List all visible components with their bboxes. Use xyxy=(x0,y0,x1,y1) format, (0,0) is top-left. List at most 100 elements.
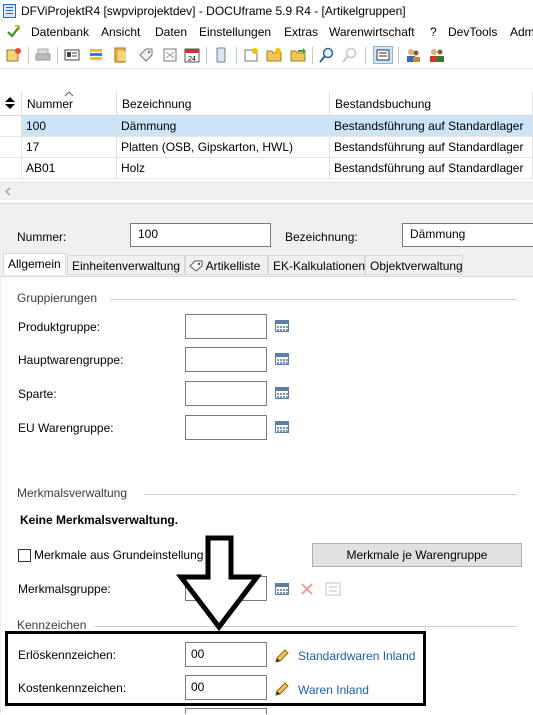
details-icon[interactable] xyxy=(325,582,341,596)
divider xyxy=(144,494,517,495)
tab-strip: Allgemein Einheitenverwaltung Artikellis… xyxy=(3,253,533,277)
window-title: DFViProjektR4 [swpviprojektdev] - DOCUfr… xyxy=(21,4,406,18)
menu-app-icon[interactable] xyxy=(6,25,21,38)
next-field-partial[interactable] xyxy=(185,708,267,714)
cell-bestandsbuchung[interactable]: Bestandsführung auf Standardlager xyxy=(330,158,533,179)
row-selector-header[interactable] xyxy=(0,92,22,116)
tab-objektverwaltung[interactable]: Objektverwaltung xyxy=(365,255,463,275)
tab-ek-kalkulationen[interactable]: EK-Kalkulationen xyxy=(268,255,365,275)
cell-bezeichnung[interactable]: Dämmung xyxy=(117,116,330,137)
row-indicator[interactable] xyxy=(0,158,22,179)
user-group-icon[interactable] xyxy=(429,47,445,63)
card-icon[interactable] xyxy=(64,47,80,63)
edit-pencil-icon[interactable] xyxy=(274,681,290,697)
tag-icon[interactable] xyxy=(138,47,154,63)
merkmalsgruppe-field[interactable] xyxy=(185,576,267,601)
column-header-label: Nummer xyxy=(27,97,74,111)
eu-warengruppe-field[interactable] xyxy=(185,415,267,440)
bezeichnung-label: Bezeichnung: xyxy=(285,230,358,244)
tab-label: Allgemein xyxy=(8,257,61,271)
kostenkennzeichen-field[interactable]: 00 xyxy=(185,675,267,700)
lookup-table-icon[interactable] xyxy=(275,387,289,399)
divider xyxy=(95,626,517,627)
nummer-field[interactable]: 100 xyxy=(130,223,271,247)
erloeskennzeichen-label: Erlöskennzeichen: xyxy=(18,648,117,662)
divider xyxy=(110,299,517,300)
open-folder-icon[interactable] xyxy=(266,47,282,63)
edit-pencil-icon[interactable] xyxy=(274,648,290,664)
secondary-toolbar xyxy=(0,68,533,93)
calendar-icon[interactable]: 24 xyxy=(184,47,200,63)
menu-daten[interactable]: Daten xyxy=(155,25,187,39)
row-indicator[interactable] xyxy=(0,116,22,137)
export-icon[interactable] xyxy=(290,47,306,63)
produktgruppe-field[interactable] xyxy=(185,314,267,339)
erloes-link[interactable]: Standardwaren Inland xyxy=(298,649,415,663)
scroll-left-icon[interactable] xyxy=(5,187,11,196)
menu-ansicht[interactable]: Ansicht xyxy=(101,25,140,39)
column-header-nummer[interactable]: Nummer xyxy=(22,91,117,116)
new-doc-icon[interactable] xyxy=(243,47,259,63)
merkmale-grundeinstellung-checkbox[interactable] xyxy=(18,549,31,562)
horizontal-scrollbar[interactable] xyxy=(0,182,533,200)
menu-extras[interactable]: Extras xyxy=(284,25,318,39)
new-record-icon[interactable] xyxy=(6,47,22,63)
tab-label: Einheitenverwaltung xyxy=(72,259,181,273)
bezeichnung-field[interactable]: Dämmung xyxy=(402,223,533,247)
produktgruppe-label: Produktgruppe: xyxy=(18,320,101,334)
menu-bar: Datenbank Ansicht Daten Einstellungen Ex… xyxy=(0,22,533,42)
tab-label: Objektverwaltung xyxy=(370,259,463,273)
search-icon[interactable] xyxy=(319,47,335,63)
lookup-table-icon[interactable] xyxy=(275,583,289,595)
cell-nummer[interactable]: 100 xyxy=(22,116,117,137)
hauptwarengruppe-label: Hauptwarengruppe: xyxy=(18,353,124,367)
lookup-table-icon[interactable] xyxy=(275,353,289,365)
menu-adm[interactable]: Adm xyxy=(510,25,533,39)
tag-icon xyxy=(189,260,203,272)
tab-artikelliste[interactable]: Artikelliste xyxy=(185,255,268,275)
row-indicator[interactable] xyxy=(0,137,22,158)
cell-nummer[interactable]: 17 xyxy=(22,137,117,158)
users-icon[interactable] xyxy=(405,47,421,63)
column-header-label: Bestandsbuchung xyxy=(335,97,432,111)
column-header-label: Bezeichnung xyxy=(122,97,192,111)
menu-devtools[interactable]: DevTools xyxy=(448,25,497,39)
table-row[interactable]: 17 Platten (OSB, Gipskarton, HWL) Bestan… xyxy=(0,137,533,158)
column-header-bestandsbuchung[interactable]: Bestandsbuchung xyxy=(330,92,533,116)
table-row[interactable]: AB01 Holz Bestandsführung auf Standardla… xyxy=(0,158,533,179)
app-icon xyxy=(3,4,16,18)
list-icon[interactable] xyxy=(88,47,104,63)
merkmale-info: Keine Merkmalsverwaltung. xyxy=(20,513,179,527)
merkmale-grundeinstellung-label[interactable]: Merkmale aus Grundeinstellung xyxy=(34,548,203,562)
sparte-field[interactable] xyxy=(185,381,267,406)
cell-bestandsbuchung[interactable]: Bestandsführung auf Standardlager xyxy=(330,116,533,137)
hauptwarengruppe-field[interactable] xyxy=(185,347,267,372)
table-row[interactable]: 100 Dämmung Bestandsführung auf Standard… xyxy=(0,116,533,137)
sort-toggle-icon xyxy=(5,97,15,109)
section-title-kennzeichen: Kennzeichen xyxy=(17,618,87,632)
menu-warenwirtschaft[interactable]: Warenwirtschaft xyxy=(329,25,415,39)
menu-einstellungen[interactable]: Einstellungen xyxy=(199,25,271,39)
kosten-link[interactable]: Waren Inland xyxy=(298,683,369,697)
sparte-label: Sparte: xyxy=(18,387,57,401)
merkmalsgruppe-label: Merkmalsgruppe: xyxy=(18,582,111,596)
tab-allgemein[interactable]: Allgemein xyxy=(3,253,66,275)
cell-bezeichnung[interactable]: Holz xyxy=(117,158,330,179)
tab-einheitenverwaltung[interactable]: Einheitenverwaltung xyxy=(67,255,185,275)
column-header-bezeichnung[interactable]: Bezeichnung xyxy=(117,92,330,116)
erloeskennzeichen-field[interactable]: 00 xyxy=(185,642,267,667)
merkmale-je-warengruppe-button[interactable]: Merkmale je Warengruppe xyxy=(312,543,522,567)
delete-icon[interactable] xyxy=(300,582,314,596)
menu-datenbank[interactable]: Datenbank xyxy=(31,25,89,39)
lookup-table-icon[interactable] xyxy=(275,421,289,433)
menu-help[interactable]: ? xyxy=(430,25,437,39)
print-icon[interactable] xyxy=(35,47,51,63)
cell-bezeichnung[interactable]: Platten (OSB, Gipskarton, HWL) xyxy=(117,137,330,158)
lookup-table-icon[interactable] xyxy=(275,320,289,332)
form-view-icon[interactable] xyxy=(373,46,393,64)
device-icon[interactable] xyxy=(213,47,229,63)
cell-bestandsbuchung[interactable]: Bestandsführung auf Standardlager xyxy=(330,137,533,158)
cell-nummer[interactable]: AB01 xyxy=(22,158,117,179)
bookmark-icon[interactable] xyxy=(162,47,178,63)
folder-icon[interactable] xyxy=(113,47,129,63)
